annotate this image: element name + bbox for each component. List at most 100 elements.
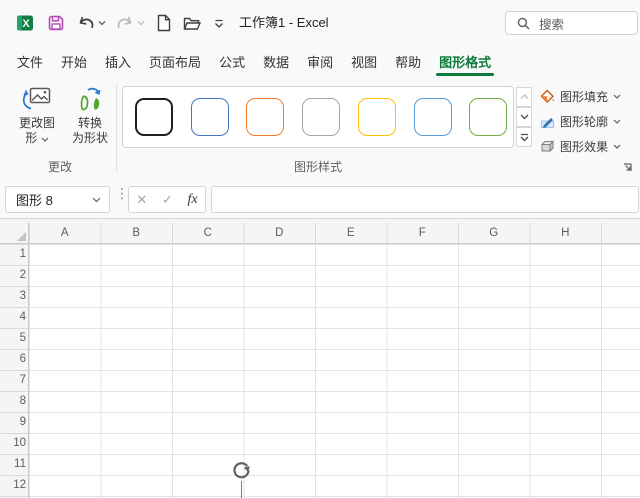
tab-9[interactable]: 帮助 [386,45,430,78]
search-box[interactable]: 搜索 [505,11,638,35]
shape-style-swatch-6[interactable] [413,98,452,136]
new-file-icon[interactable] [152,12,174,34]
name-box[interactable]: 图形 8 [5,186,110,213]
shape-style-swatch-3[interactable] [246,98,285,136]
tab-7[interactable]: 审阅 [298,45,342,78]
tab-label: 公式 [219,55,246,70]
styles-group-label: 图形样式 [293,160,342,174]
select-all-corner[interactable] [0,223,29,244]
shape-style-swatch-2[interactable] [190,98,229,136]
column-header-F[interactable]: F [387,223,459,244]
row-header-9[interactable]: 9 [0,412,26,433]
tab-2[interactable]: 开始 [52,45,96,78]
tab-label: 插入 [105,55,132,70]
dialog-launcher-icon[interactable] [622,162,634,174]
convert-to-shape-icon [80,87,101,111]
formula-buttons: ✕ ✓ fx [128,186,206,213]
change-shape-label-line1: 更改图 [18,116,55,130]
row-header-4[interactable]: 4 [0,307,26,328]
column-header-A[interactable]: A [29,223,101,244]
row-header-3[interactable]: 3 [0,286,26,307]
tab-label: 页面布局 [149,55,202,70]
change-group-label: 更改 [47,160,72,174]
enter-icon[interactable]: ✓ [162,192,173,208]
tab-10[interactable]: 图形格式 [430,45,500,78]
window-title: 工作簿1 - Excel [239,15,329,30]
tab-label: 开始 [61,55,88,70]
shape-outline-label: 图形轮廓 [560,114,609,129]
column-header-B[interactable]: B [101,223,173,244]
column-headers: ABCDEFGH [29,223,640,244]
name-box-value: 图形 8 [16,193,53,208]
column-header-G[interactable]: G [458,223,530,244]
tab-label: 图形格式 [439,55,492,70]
tab-label: 帮助 [395,55,422,70]
tab-6[interactable]: 数据 [254,45,298,78]
redo-icon [114,12,136,34]
convert-to-shape-button[interactable]: 转换 为形状 [66,86,114,164]
shape-effects-icon [540,139,555,152]
title-bar: X 工作簿1 - Excel 搜索 [0,0,640,45]
undo-icon[interactable] [75,12,97,34]
ribbon-tab-bar: 文件 开始 插入 页面布局 公式 数据 审阅 视图 帮助 图形格式 [8,45,640,78]
name-box-dropdown-icon[interactable] [92,197,101,203]
tab-8[interactable]: 视图 [342,45,386,78]
row-header-7[interactable]: 7 [0,370,26,391]
spreadsheet-grid: ABCDEFGH 1 2 3 4 5 6 7 8 9 10 11 12 [0,219,640,498]
change-shape-icon [22,87,51,110]
row-header-6[interactable]: 6 [0,349,26,370]
convert-label-line2: 为形状 [71,131,108,145]
gallery-scroll-down-button[interactable] [516,107,532,127]
row-header-10[interactable]: 10 [0,433,26,454]
tab-label: 审阅 [307,55,334,70]
column-header-E[interactable]: E [315,223,387,244]
change-shape-label-line2: 形 [25,131,38,145]
chevron-down-icon [613,144,621,149]
formula-bar-splitter[interactable]: ⋮ [115,185,129,202]
undo-dropdown-icon[interactable] [97,19,107,27]
shape-outline-icon [541,117,554,128]
row-header-1[interactable]: 1 [0,244,26,265]
shape-style-gallery [122,86,514,148]
formula-input[interactable] [211,186,639,213]
shape-effects-button[interactable]: 图形效果 [540,137,621,155]
excel-logo-icon[interactable]: X [14,12,36,34]
tab-5[interactable]: 公式 [210,45,254,78]
chevron-down-icon [613,94,621,99]
cancel-icon[interactable]: ✕ [136,192,147,208]
cells-area[interactable] [29,244,640,498]
save-icon[interactable] [45,12,67,34]
svg-text:X: X [22,18,30,30]
change-shape-button[interactable]: 更改图 形 [10,86,64,164]
shape-fill-button[interactable]: 图形填充 [540,87,621,105]
shape-style-swatch-4[interactable] [302,98,341,136]
shape-style-swatch-7[interactable] [469,98,508,136]
tab-4[interactable]: 页面布局 [140,45,210,78]
row-header-11[interactable]: 11 [0,454,26,475]
tab-1[interactable]: 文件 [8,45,52,78]
column-header-C[interactable]: C [172,223,244,244]
insert-function-icon[interactable]: fx [188,192,198,208]
shape-fill-icon [540,89,554,103]
column-header-D[interactable]: D [244,223,316,244]
gallery-more-button[interactable] [516,127,532,147]
row-header-5[interactable]: 5 [0,328,26,349]
open-file-icon[interactable] [181,12,203,34]
formula-bar: 图形 8 ⋮ ✕ ✓ fx [0,179,640,219]
search-icon [517,17,530,29]
tab-3[interactable]: 插入 [96,45,140,78]
rotate-handle-icon[interactable] [231,460,252,481]
shape-style-swatch-5[interactable] [357,98,396,136]
tab-label: 视图 [351,55,378,70]
row-header-2[interactable]: 2 [0,265,26,286]
select-all-triangle-icon [17,232,26,241]
row-header-8[interactable]: 8 [0,391,26,412]
ribbon: 更改图 形 转换 为形状 更改 图形样式 图形填充 图形轮廓 图形效果 [0,78,640,180]
tab-label: 数据 [263,55,290,70]
qat-more-icon[interactable] [213,19,225,29]
shape-style-swatch-1[interactable] [135,98,173,136]
column-header-H[interactable]: H [530,223,602,244]
chevron-down-icon [41,137,49,142]
shape-outline-button[interactable]: 图形轮廓 [540,112,621,130]
row-header-12[interactable]: 12 [0,475,26,496]
